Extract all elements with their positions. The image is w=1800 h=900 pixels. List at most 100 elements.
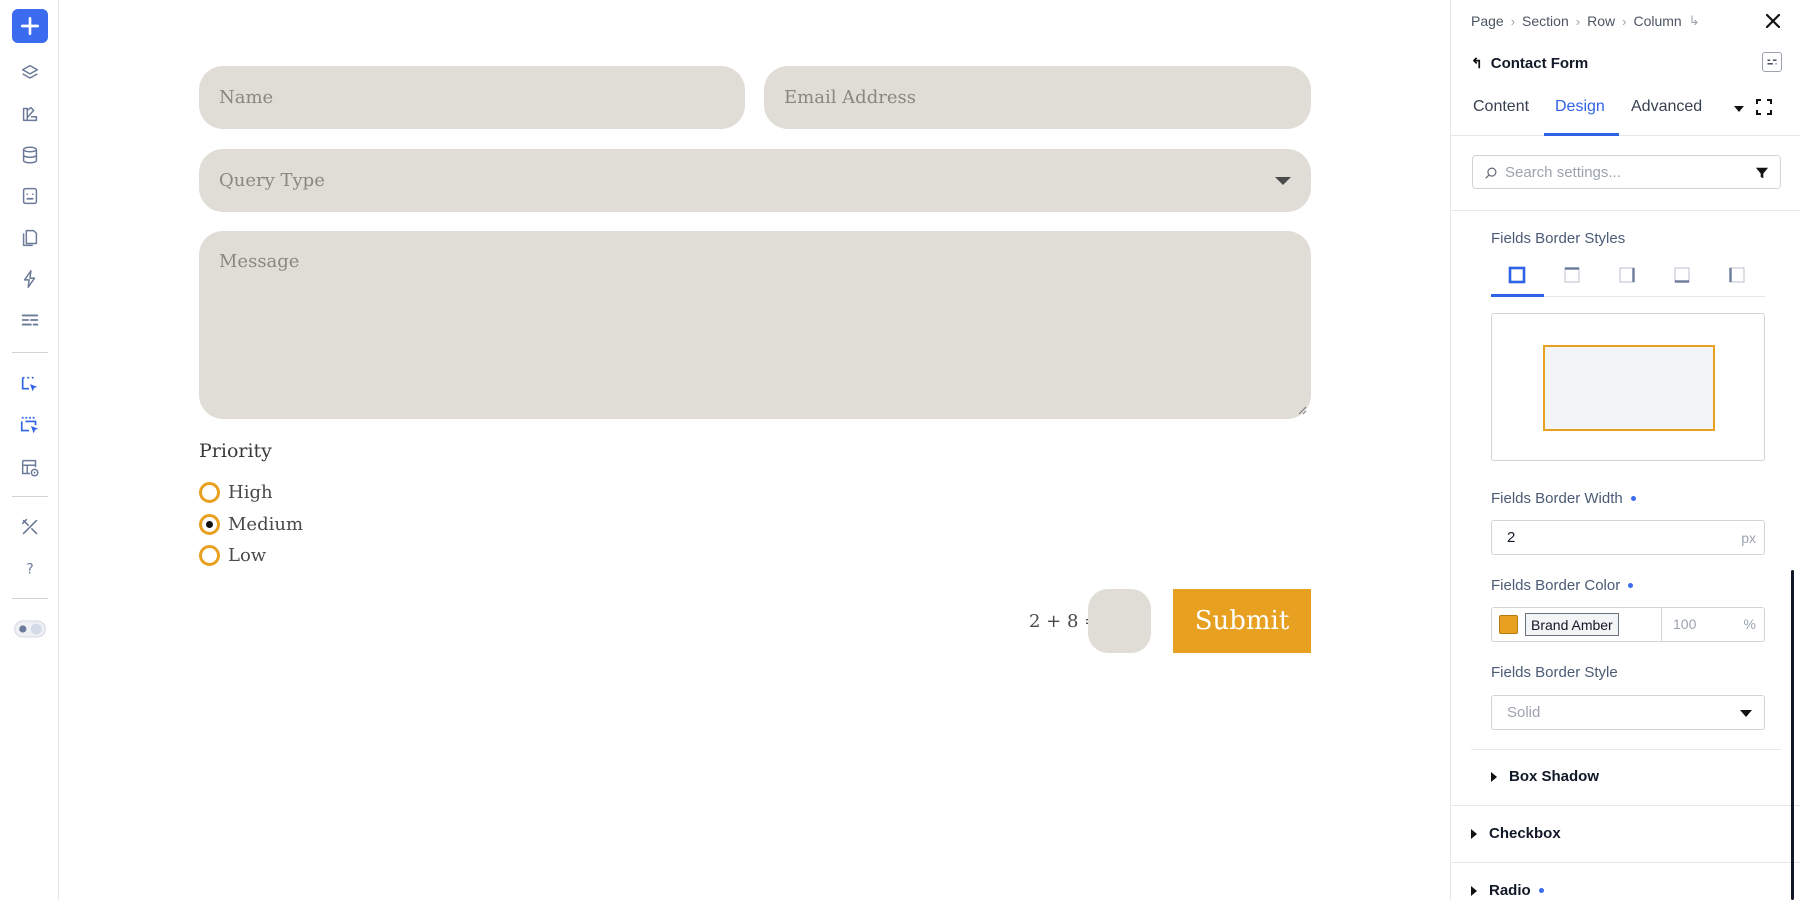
breadcrumb-row[interactable]: Row	[1587, 13, 1615, 29]
breadcrumb-column[interactable]: Column	[1633, 13, 1681, 29]
radio-button-selected[interactable]	[199, 514, 220, 535]
modified-dot-icon	[1628, 583, 1634, 588]
theme-toggle-icon	[14, 620, 46, 638]
tab-design[interactable]: Design	[1555, 98, 1605, 116]
lightning-icon	[23, 270, 36, 288]
back-arrow-icon[interactable]: ↰	[1471, 55, 1483, 72]
pages-button[interactable]	[12, 220, 48, 256]
chevron-right-icon: ›	[1622, 13, 1627, 29]
priority-option-medium[interactable]: Medium	[199, 514, 303, 535]
interactions-button[interactable]	[12, 261, 48, 297]
multi-select-button[interactable]	[12, 408, 48, 444]
radio-button[interactable]	[199, 482, 220, 503]
caret-right-icon	[1471, 885, 1477, 896]
theme-builder-button[interactable]	[12, 96, 48, 132]
section-divider	[1451, 862, 1800, 863]
tabs-more-button[interactable]	[1734, 106, 1744, 112]
border-right-icon[interactable]	[1617, 265, 1637, 285]
add-element-button[interactable]	[12, 9, 48, 43]
captcha-input[interactable]	[1088, 589, 1151, 653]
layers-button[interactable]	[12, 55, 48, 91]
border-style-label-text: Fields Border Style	[1491, 664, 1618, 681]
submit-button[interactable]: Submit	[1173, 589, 1311, 653]
checkbox-group[interactable]: Checkbox	[1471, 825, 1561, 842]
color-swatch[interactable]	[1499, 615, 1518, 634]
color-opacity-input[interactable]: 100	[1673, 616, 1696, 632]
filter-icon[interactable]	[1755, 166, 1769, 180]
svg-text:?: ?	[26, 562, 33, 578]
database-button[interactable]	[12, 137, 48, 173]
settings-search-input[interactable]: Search settings...	[1472, 155, 1781, 189]
theme-toggle[interactable]	[12, 611, 48, 647]
resize-grip-icon[interactable]	[1297, 405, 1307, 415]
section-divider	[1451, 805, 1800, 806]
color-input-divider	[1661, 608, 1662, 641]
layout-icon	[21, 314, 39, 326]
tools-icon	[21, 518, 38, 535]
border-preview	[1491, 313, 1765, 461]
plus-icon	[20, 16, 40, 36]
border-color-picker[interactable]: Brand Amber 100 %	[1491, 607, 1765, 642]
color-opacity-unit: %	[1743, 616, 1756, 632]
panel-scrollbar[interactable]	[1791, 570, 1794, 900]
message-placeholder: Message	[219, 251, 300, 272]
radio-button[interactable]	[199, 545, 220, 566]
border-all-sides-icon[interactable]	[1507, 265, 1527, 285]
database-icon	[22, 146, 38, 164]
name-input[interactable]: Name	[199, 66, 745, 129]
query-type-select[interactable]: Query Type	[199, 149, 1311, 212]
priority-option-low[interactable]: Low	[199, 545, 266, 566]
border-top-icon[interactable]	[1562, 265, 1582, 285]
chevron-down-icon	[1740, 710, 1752, 717]
global-color-name[interactable]: Brand Amber	[1525, 613, 1619, 636]
expand-icon[interactable]	[1755, 98, 1773, 116]
box-shadow-group[interactable]: Box Shadow	[1491, 768, 1599, 785]
palette-icon	[22, 106, 38, 122]
sliders-icon	[1767, 59, 1777, 65]
forms-button[interactable]	[12, 178, 48, 214]
pages-icon	[22, 229, 38, 247]
message-textarea[interactable]: Message	[199, 231, 1311, 419]
radio-group-label: Radio	[1489, 882, 1531, 899]
border-side-tabs	[1491, 257, 1765, 297]
border-width-unit[interactable]: px	[1741, 530, 1756, 546]
modified-dot-icon	[1630, 496, 1636, 501]
layout-button[interactable]	[12, 302, 48, 338]
rail-divider	[12, 352, 48, 353]
border-styles-label-text: Fields Border Styles	[1491, 230, 1626, 247]
presets-button[interactable]	[1762, 52, 1782, 72]
child-arrow-icon: ↳	[1688, 13, 1700, 28]
priority-label: Priority	[199, 440, 272, 462]
caret-right-icon	[1471, 828, 1477, 839]
rail-divider	[12, 496, 48, 497]
page-canvas: Name Email Address Query Type Message Pr…	[60, 0, 1450, 900]
tools-button[interactable]	[12, 509, 48, 545]
active-tab-indicator	[1544, 133, 1619, 136]
multi-select-icon	[20, 416, 39, 434]
tab-content[interactable]: Content	[1473, 98, 1529, 116]
priority-option-high[interactable]: High	[199, 482, 273, 503]
panel-tabs: Content Design Advanced	[1451, 86, 1800, 136]
border-left-icon[interactable]	[1727, 265, 1747, 285]
border-bottom-icon[interactable]	[1672, 265, 1692, 285]
checkbox-label: Checkbox	[1489, 825, 1561, 842]
section-divider	[1451, 210, 1800, 211]
select-element-button[interactable]	[12, 367, 48, 403]
border-style-select[interactable]: Solid	[1491, 695, 1765, 730]
chevron-down-icon	[1275, 177, 1291, 185]
help-icon: ?	[26, 562, 33, 578]
help-button[interactable]: ?	[12, 550, 48, 586]
chevron-right-icon: ›	[1575, 13, 1581, 29]
form-icon	[22, 187, 38, 205]
breadcrumb-section[interactable]: Section	[1522, 13, 1569, 29]
close-icon[interactable]	[1762, 10, 1784, 32]
border-style-label: Fields Border Style	[1491, 664, 1618, 681]
tab-advanced[interactable]: Advanced	[1631, 98, 1702, 116]
radio-group[interactable]: Radio	[1471, 882, 1544, 899]
chevron-right-icon: ›	[1510, 13, 1516, 29]
email-input[interactable]: Email Address	[764, 66, 1311, 129]
breadcrumb-page[interactable]: Page	[1471, 13, 1504, 29]
border-width-input[interactable]: 2 px	[1491, 520, 1765, 555]
preview-layout-button[interactable]	[12, 450, 48, 486]
caret-right-icon	[1491, 771, 1497, 782]
